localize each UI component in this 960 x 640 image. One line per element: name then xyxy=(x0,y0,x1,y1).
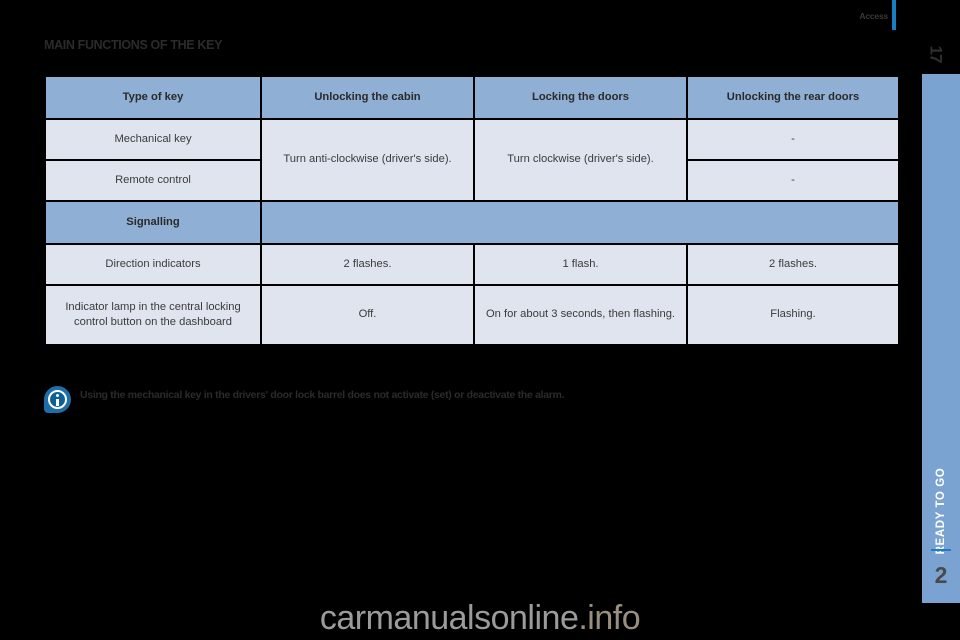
cell-unlocking-rear-mechanical: - xyxy=(688,120,898,159)
running-head: Access xyxy=(859,11,888,21)
page-folio-number: 17 xyxy=(925,45,945,63)
row-label-remote-control: Remote control xyxy=(46,161,260,200)
running-head-rule xyxy=(892,0,896,30)
row-label-direction-indicators: Direction indicators xyxy=(46,245,260,284)
subheader-signalling-spacer xyxy=(262,202,898,243)
cell-locking-doors-direction: 1 flash. xyxy=(475,245,686,284)
watermark: carmanualsonline.info xyxy=(0,599,960,638)
info-icon xyxy=(44,386,71,413)
watermark-suffix: .info xyxy=(578,599,641,637)
section-title: MAIN FUNCTIONS OF THE KEY xyxy=(44,38,223,52)
watermark-main: carmanualsonline xyxy=(319,599,579,637)
row-label-indicator-lamp: Indicator lamp in the central locking co… xyxy=(46,286,260,344)
cell-unlocking-rear-remote: - xyxy=(688,161,898,200)
cell-unlocking-cabin-mechanical: Turn anti-clockwise (driver's side). xyxy=(262,120,473,200)
cell-unlocking-cabin-direction: 2 flashes. xyxy=(262,245,473,284)
chapter-tab-label: READY TO GO xyxy=(935,467,947,555)
info-icon-stem xyxy=(56,398,59,406)
page-folio: 17 xyxy=(922,36,948,72)
table-subheader-row: Signalling xyxy=(46,202,898,243)
column-header-type-of-key: Type of key xyxy=(46,77,260,118)
info-note-text: Using the mechanical key in the drivers'… xyxy=(80,389,565,401)
info-note: Using the mechanical key in the drivers'… xyxy=(44,386,565,413)
table-row: Indicator lamp in the central locking co… xyxy=(46,286,898,344)
table-row: Direction indicators 2 flashes. 1 flash.… xyxy=(46,245,898,284)
cell-unlocking-rear-direction: 2 flashes. xyxy=(688,245,898,284)
cell-unlocking-cabin-lamp: Off. xyxy=(262,286,473,344)
info-icon-dot xyxy=(56,394,59,397)
column-header-unlocking-cabin: Unlocking the cabin xyxy=(262,77,473,118)
key-functions-table: Type of key Unlocking the cabin Locking … xyxy=(44,75,900,346)
table-row: Mechanical key Turn anti-clockwise (driv… xyxy=(46,120,898,200)
column-header-locking-doors: Locking the doors xyxy=(475,77,686,118)
row-label-mechanical-key: Mechanical key xyxy=(46,120,260,159)
chapter-tab-rule xyxy=(931,549,951,551)
cell-unlocking-rear-lamp: Flashing. xyxy=(688,286,898,344)
page-canvas: Access 17 MAIN FUNCTIONS OF THE KEY Type… xyxy=(0,0,960,640)
cell-locking-doors-mechanical: Turn clockwise (driver's side). xyxy=(475,120,686,200)
chapter-tab-number: 2 xyxy=(934,562,948,588)
cell-locking-doors-lamp: On for about 3 seconds, then flashing. xyxy=(475,286,686,344)
chapter-tab: READY TO GO 2 xyxy=(922,83,960,603)
subheader-signalling: Signalling xyxy=(46,202,260,243)
column-header-unlocking-rear-doors: Unlocking the rear doors xyxy=(688,77,898,118)
table-header-row: Type of key Unlocking the cabin Locking … xyxy=(46,77,898,118)
